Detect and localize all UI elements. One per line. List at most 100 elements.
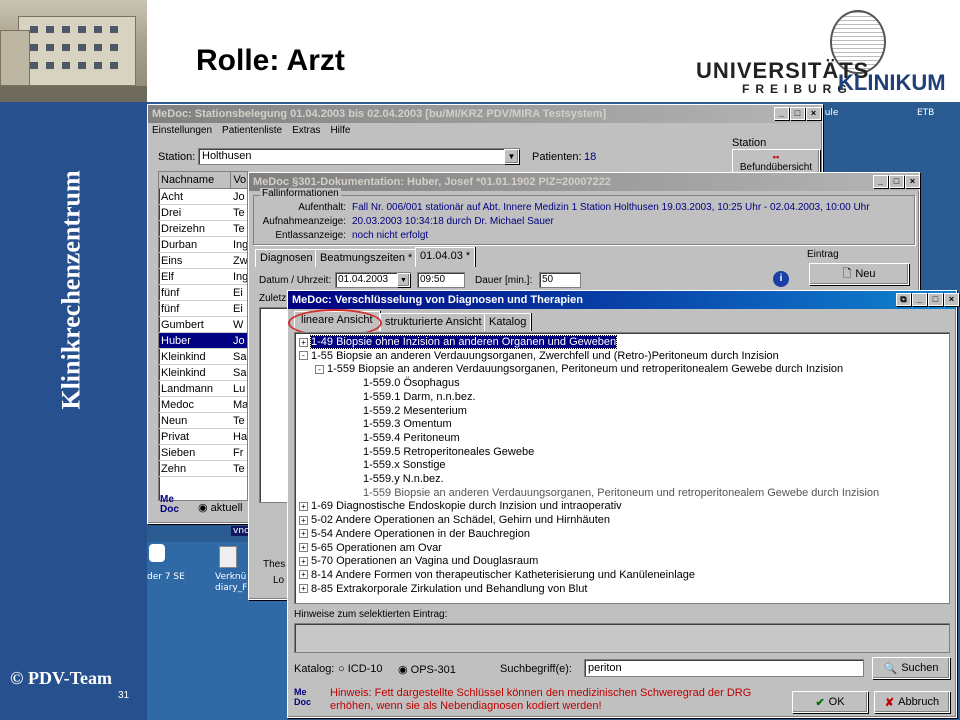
cell-vorname: Ha — [233, 431, 247, 443]
table-row[interactable]: fünf Ei — [159, 285, 247, 301]
icd-radio[interactable]: ○ ICD-10 — [338, 663, 383, 675]
expand-icon[interactable]: + — [299, 584, 308, 594]
shortcut-icon[interactable] — [219, 546, 237, 568]
table-row[interactable]: Sieben Fr — [159, 445, 247, 461]
tree-item-label: 1-559.4 Peritoneum — [363, 431, 460, 444]
tab-strukturierte-ansicht[interactable]: strukturierte Ansicht — [380, 313, 487, 331]
expand-icon[interactable]: + — [299, 529, 308, 539]
cell-nachname: Acht — [161, 191, 184, 203]
close-button[interactable]: × — [944, 293, 959, 306]
cell-vorname: Ei — [233, 287, 243, 299]
tree-item-label: 5-70 Operationen an Vagina und Douglasra… — [311, 555, 539, 568]
table-row[interactable]: Acht Jo — [159, 189, 247, 205]
table-row[interactable]: Gumbert W — [159, 317, 247, 333]
table-row[interactable]: Eins Zw — [159, 253, 247, 269]
patients-count: 18 — [584, 151, 597, 163]
cell-nachname: Kleinkind — [161, 367, 206, 379]
cell-nachname: Dreizehn — [161, 223, 206, 235]
expand-icon[interactable]: + — [299, 337, 308, 347]
tree-item-label: 8-85 Extrakorporale Zirkulation und Beha… — [311, 582, 588, 595]
cell-vorname: Ei — [233, 303, 243, 315]
maximize-button[interactable]: □ — [790, 107, 805, 120]
table-row[interactable]: Landmann Lu — [159, 381, 247, 397]
cell-vorname: Ma — [233, 399, 247, 411]
new-button[interactable]: 🗋 Neu — [809, 263, 909, 285]
minimize-button[interactable]: _ — [774, 107, 789, 120]
tree-item-label: 1-49 Biopsie ohne Inzision an anderen Or… — [309, 335, 618, 349]
tree-item-label: 1-559 Biopsie an anderen Verdauungsorgan… — [363, 486, 880, 499]
table-row[interactable]: Privat Ha — [159, 429, 247, 445]
maximize-button[interactable]: □ — [928, 293, 943, 306]
tree-item-label: 1-69 Diagnostische Endoskopie durch Inzi… — [311, 500, 622, 513]
tree-item[interactable]: +8-85 Extrakorporale Zirkulation und Beh… — [299, 582, 587, 597]
expand-icon[interactable]: + — [299, 556, 308, 566]
expand-icon[interactable]: + — [299, 543, 308, 553]
tab-beatmungszeiten[interactable]: Beatmungszeiten * — [315, 249, 418, 267]
restore-button[interactable]: ⧉ — [896, 293, 911, 306]
cancel-button[interactable]: ✘ Abbruch — [874, 691, 950, 713]
search-button[interactable]: 🔍 Suchen — [872, 657, 950, 679]
tab-date[interactable]: 01.04.03 * — [415, 247, 476, 267]
close-button[interactable]: × — [905, 175, 920, 188]
aufenthalt-value: Fall Nr. 006/001 stationär auf Abt. Inne… — [352, 202, 870, 213]
expand-icon[interactable]: + — [299, 501, 308, 511]
menu-item[interactable]: Extras — [292, 125, 320, 136]
table-row[interactable]: Medoc Ma — [159, 397, 247, 413]
aktuell-radio[interactable]: ◉ aktuell — [198, 501, 242, 514]
tree-item-label: 8-14 Andere Formen von therapeutischer K… — [311, 568, 696, 581]
tree-item-label: 1-559.1 Darm, n.n.bez. — [363, 390, 476, 403]
ops-radio[interactable]: ◉ OPS-301 — [398, 663, 456, 676]
hinweise-box — [294, 623, 950, 653]
collapse-icon[interactable]: - — [299, 351, 308, 361]
dauer-input[interactable]: 50 — [539, 272, 581, 288]
desktop-icon[interactable]: ETB — [917, 108, 934, 118]
menu-bar: Einstellungen Patientenliste Extras Hilf… — [152, 125, 350, 136]
collapse-icon[interactable]: - — [315, 364, 324, 374]
window-titlebar[interactable]: MeDoc: Stationsbelegung 01.04.2003 bis 0… — [148, 105, 822, 123]
cell-vorname: Jo — [233, 335, 245, 347]
expand-icon[interactable]: + — [299, 570, 308, 580]
app-icon[interactable] — [149, 544, 165, 562]
document-icon: 🗋 — [842, 267, 852, 280]
table-row[interactable]: Dreizehn Te — [159, 221, 247, 237]
menu-item[interactable]: Patientenliste — [222, 125, 282, 136]
search-input[interactable]: periton — [584, 659, 864, 677]
expand-icon[interactable]: + — [299, 515, 308, 525]
cell-nachname: fünf — [161, 287, 180, 299]
cell-vorname: Ing — [233, 271, 247, 283]
tab-katalog[interactable]: Katalog — [484, 313, 532, 331]
ok-button[interactable]: ✔ OK — [792, 691, 868, 713]
desktop-icon[interactable]: der 7 SE — [147, 572, 185, 582]
table-row[interactable]: fünf Ei — [159, 301, 247, 317]
time-input[interactable]: 09:50 — [417, 272, 465, 288]
minimize-button[interactable]: _ — [873, 175, 888, 188]
table-row[interactable]: Kleinkind Sa — [159, 349, 247, 365]
maximize-button[interactable]: □ — [889, 175, 904, 188]
cell-nachname: Elf — [161, 271, 174, 283]
station-select[interactable]: Holthusen — [198, 148, 520, 165]
column-header[interactable]: Vo — [231, 172, 247, 188]
table-row[interactable]: Drei Te — [159, 205, 247, 221]
table-row[interactable]: Zehn Te — [159, 461, 247, 477]
verschluesselung-window: MeDoc: Verschlüsselung von Diagnosen und… — [287, 290, 959, 718]
chevron-down-icon[interactable]: ▼ — [504, 149, 519, 164]
menu-item[interactable]: Einstellungen — [152, 125, 212, 136]
cell-vorname: Sa — [233, 351, 247, 363]
table-row[interactable]: Durban Ing — [159, 237, 247, 253]
cell-nachname: fünf — [161, 303, 180, 315]
minimize-button[interactable]: _ — [912, 293, 927, 306]
page-number: 31 — [118, 690, 130, 701]
window-titlebar[interactable]: MeDoc: Verschlüsselung von Diagnosen und… — [288, 291, 956, 309]
column-header[interactable]: Nachname — [159, 172, 232, 188]
info-icon[interactable]: i — [773, 271, 789, 287]
table-row[interactable]: Kleinkind Sa — [159, 365, 247, 381]
menu-item[interactable]: Hilfe — [330, 125, 350, 136]
cell-vorname: Lu — [233, 383, 246, 395]
close-button[interactable]: × — [806, 107, 821, 120]
window-titlebar[interactable]: MeDoc §301-Dokumentation: Huber, Josef *… — [249, 173, 919, 191]
table-row[interactable]: Neun Te — [159, 413, 247, 429]
tab-diagnosen[interactable]: Diagnosen — [255, 249, 318, 267]
chevron-down-icon[interactable]: ▼ — [397, 273, 410, 287]
table-row[interactable]: Elf Ing — [159, 269, 247, 285]
table-row[interactable]: Huber Jo — [159, 333, 247, 349]
